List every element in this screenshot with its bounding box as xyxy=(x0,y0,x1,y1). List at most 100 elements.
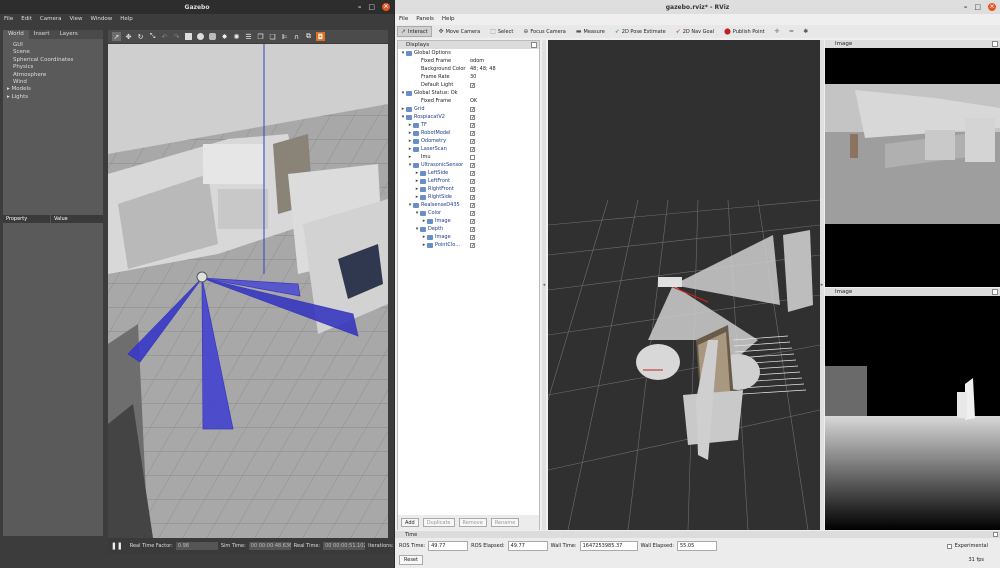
maximize-icon[interactable]: □ xyxy=(974,3,981,11)
tree-item-physics[interactable]: Physics xyxy=(13,64,103,71)
display-row[interactable]: Default Light ✓ xyxy=(398,81,539,89)
display-enabled-checkbox[interactable]: ✓ xyxy=(470,242,475,248)
remove-button[interactable]: Remove xyxy=(458,518,487,527)
scale-icon[interactable]: ⤡ xyxy=(148,32,157,41)
translate-icon[interactable]: ✥ xyxy=(124,32,133,41)
right-splitter-handle[interactable]: ▸ xyxy=(820,40,824,530)
point-light-icon[interactable]: ✸ xyxy=(220,32,229,41)
tree-item-scene[interactable]: Scene xyxy=(13,49,103,56)
display-enabled-checkbox[interactable]: ✓ xyxy=(470,186,475,192)
close-icon[interactable]: × xyxy=(988,3,996,11)
rename-button[interactable]: Rename xyxy=(490,518,520,527)
tool-measure[interactable]: ▬ Measure xyxy=(573,27,608,36)
sphere-shape-icon[interactable] xyxy=(196,32,205,41)
display-enabled-checkbox[interactable]: ✓ xyxy=(470,210,475,216)
rviz-3d-viewport[interactable] xyxy=(548,40,820,530)
snap-icon[interactable]: ∩ xyxy=(292,32,301,41)
display-enabled-checkbox[interactable]: ✓ xyxy=(470,138,475,144)
spot-light-icon[interactable]: ✺ xyxy=(232,32,241,41)
display-row[interactable]: ▾ RospiacatV2 ✓ xyxy=(398,113,539,121)
screenshot-icon[interactable]: ◘ xyxy=(316,32,325,41)
display-enabled-checkbox[interactable]: ✓ xyxy=(470,202,475,208)
display-row[interactable]: ▸ PointClo... ✓ xyxy=(398,241,539,249)
display-row[interactable]: ▸ Image ✓ xyxy=(398,233,539,241)
tree-item-lights-row[interactable]: ▸ Lights xyxy=(7,94,103,101)
tool-focus-camera[interactable]: ⊕ Focus Camera xyxy=(520,27,569,36)
tree-item-wind[interactable]: Wind xyxy=(13,79,103,86)
display-row[interactable]: Background Color 48; 48; 48 xyxy=(398,65,539,73)
display-row[interactable]: ▾ Color ✓ xyxy=(398,209,539,217)
align-icon[interactable]: ⊫ xyxy=(280,32,289,41)
display-row[interactable]: ▸ Odometry ✓ xyxy=(398,137,539,145)
add-tool-button[interactable]: ✛ xyxy=(772,27,783,36)
menu-help[interactable]: Help xyxy=(120,16,133,22)
duplicate-button[interactable]: Duplicate xyxy=(422,518,455,527)
directional-light-icon[interactable]: ☰ xyxy=(244,32,253,41)
display-enabled-checkbox[interactable]: ✓ xyxy=(470,162,475,168)
tool-move-camera[interactable]: ✥ Move Camera xyxy=(436,27,484,36)
menu-view[interactable]: View xyxy=(69,16,82,22)
display-row[interactable]: ▾ Global Options xyxy=(398,49,539,57)
experimental-checkbox[interactable] xyxy=(946,543,952,549)
redo-icon[interactable]: ↷ xyxy=(172,32,181,41)
display-row[interactable]: Fixed Frame OK xyxy=(398,97,539,105)
display-enabled-checkbox[interactable]: ✓ xyxy=(470,234,475,240)
copy-icon[interactable]: ❐ xyxy=(256,32,265,41)
display-row[interactable]: ▸ Image ✓ xyxy=(398,217,539,225)
minimize-icon[interactable]: – xyxy=(358,3,362,11)
minimize-icon[interactable]: – xyxy=(964,3,968,11)
display-enabled-checkbox[interactable]: ✓ xyxy=(470,122,475,128)
display-enabled-checkbox[interactable]: ✓ xyxy=(470,114,475,120)
display-enabled-checkbox[interactable]: ✓ xyxy=(470,178,475,184)
display-row[interactable]: ▸ LaserScan ✓ xyxy=(398,145,539,153)
display-row[interactable]: ▸ LeftFront ✓ xyxy=(398,177,539,185)
gazebo-3d-viewport[interactable] xyxy=(108,44,388,538)
tool-2d-pose-estimate[interactable]: ➶ 2D Pose Estimate xyxy=(612,27,669,36)
close-icon[interactable] xyxy=(992,289,998,295)
display-row[interactable]: ▾ UltrasonicSensor ✓ xyxy=(398,161,539,169)
left-splitter-handle[interactable]: ◂ xyxy=(542,40,546,530)
tool-2d-nav-goal[interactable]: ➶ 2D Nav Goal xyxy=(673,27,717,36)
tab-insert[interactable]: Insert xyxy=(29,30,55,39)
close-icon[interactable] xyxy=(992,41,998,47)
display-row[interactable]: ▸ RightSide ✓ xyxy=(398,193,539,201)
tree-item-models-row[interactable]: ▸ Models xyxy=(7,86,103,93)
paste-icon[interactable]: ❏ xyxy=(268,32,277,41)
experimental-toggle[interactable]: Experimental xyxy=(946,543,988,549)
display-enabled-checkbox[interactable] xyxy=(470,154,475,160)
tree-item-gui[interactable]: GUI xyxy=(13,42,103,49)
display-row[interactable]: ▸ LeftSide ✓ xyxy=(398,169,539,177)
tab-world[interactable]: World xyxy=(3,30,29,39)
tool-select[interactable]: ⬚ Select xyxy=(487,27,516,36)
display-row[interactable]: ▸ Grid ✓ xyxy=(398,105,539,113)
menu-help[interactable]: Help xyxy=(442,16,455,22)
display-enabled-checkbox[interactable]: ✓ xyxy=(470,130,475,136)
menu-panels[interactable]: Panels xyxy=(416,16,434,22)
display-enabled-checkbox[interactable]: ✓ xyxy=(470,106,475,112)
undo-icon[interactable]: ↶ xyxy=(160,32,169,41)
display-row[interactable]: Fixed Frame odom xyxy=(398,57,539,65)
display-row[interactable]: ▸ RobotModel ✓ xyxy=(398,129,539,137)
box-shape-icon[interactable] xyxy=(184,32,193,41)
display-enabled-checkbox[interactable]: ✓ xyxy=(470,218,475,224)
display-enabled-checkbox[interactable]: ✓ xyxy=(470,226,475,232)
remove-tool-button[interactable]: ━ xyxy=(787,27,797,36)
menu-camera[interactable]: Camera xyxy=(40,16,62,22)
close-icon[interactable] xyxy=(993,532,998,537)
tree-item-atmosphere[interactable]: Atmosphere xyxy=(13,72,103,79)
tool-properties-button[interactable]: ✱ xyxy=(800,27,811,36)
tab-layers[interactable]: Layers xyxy=(55,30,83,39)
display-row[interactable]: ▸ RightFront ✓ xyxy=(398,185,539,193)
display-enabled-checkbox[interactable]: ✓ xyxy=(470,194,475,200)
display-row[interactable]: ▾ Global Status: Ok xyxy=(398,89,539,97)
display-enabled-checkbox[interactable]: ✓ xyxy=(470,82,475,88)
display-enabled-checkbox[interactable]: ✓ xyxy=(470,146,475,152)
display-row[interactable]: ▸ TF ✓ xyxy=(398,121,539,129)
rotate-icon[interactable]: ↻ xyxy=(136,32,145,41)
close-icon[interactable] xyxy=(531,42,537,48)
menu-edit[interactable]: Edit xyxy=(21,16,32,22)
tree-item-spherical-coordinates[interactable]: Spherical Coordinates xyxy=(13,57,103,64)
tool-interact[interactable]: ➚ Interact xyxy=(397,26,432,37)
pause-icon[interactable]: ❚❚ xyxy=(111,542,123,550)
display-row[interactable]: ▾ RealsenseD435 ✓ xyxy=(398,201,539,209)
